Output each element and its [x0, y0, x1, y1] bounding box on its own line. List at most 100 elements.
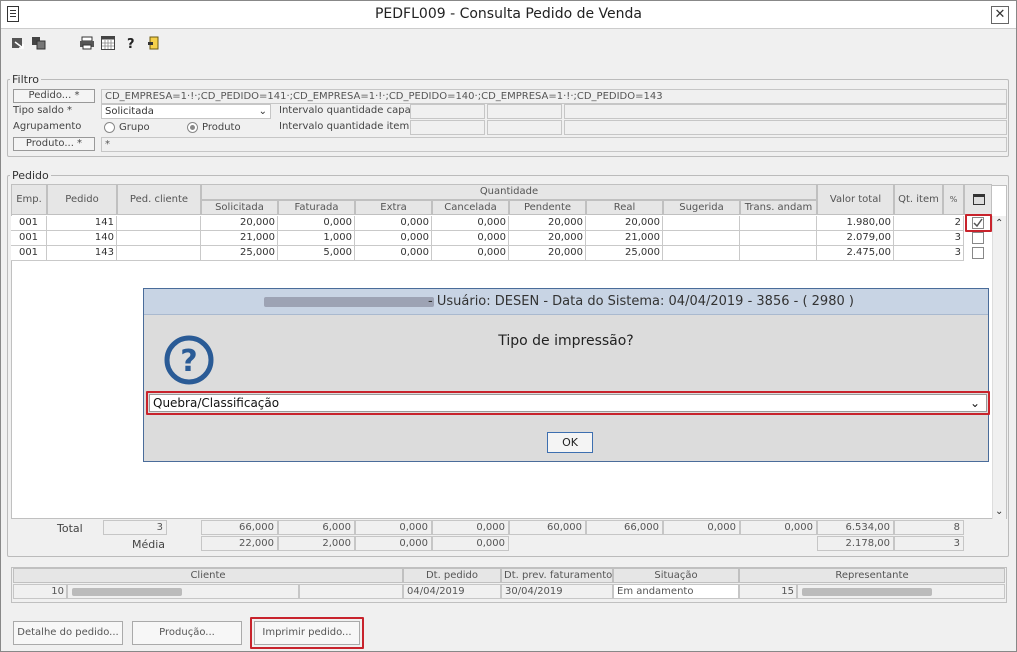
intervalo-capa-label: Intervalo quantidade capa [279, 105, 411, 116]
row-select-checkbox[interactable] [972, 232, 984, 244]
dt-prev-value: 30/04/2019 [501, 584, 613, 599]
total-extra: 0,000 [355, 520, 432, 535]
total-trans: 0,000 [740, 520, 817, 535]
col-cancelada-header[interactable]: Cancelada [432, 200, 509, 215]
intervalo-capa-min[interactable] [410, 104, 485, 119]
intervalo-item-extra [564, 120, 1007, 135]
cell-real: 21,000 [586, 231, 663, 246]
col-pedido-header[interactable]: Pedido [47, 184, 117, 215]
media-cancelada: 0,000 [432, 536, 509, 551]
cell-cancelada: 0,000 [432, 216, 509, 231]
representante-code: 15 [739, 584, 797, 599]
filtro-legend: Filtro [12, 73, 39, 86]
scroll-up-icon[interactable]: ⌃ [995, 218, 1003, 229]
print-icon[interactable] [79, 36, 95, 50]
export-icon[interactable] [11, 36, 25, 50]
producao-button[interactable]: Produção... [132, 621, 242, 645]
col-trans-header[interactable]: Trans. andam [740, 200, 817, 215]
produto-filter-field[interactable]: * [101, 137, 1007, 152]
total-valor-total: 6.534,00 [817, 520, 894, 535]
media-extra: 0,000 [355, 536, 432, 551]
cell-real: 25,000 [586, 246, 663, 261]
copy-icon[interactable] [31, 36, 46, 50]
pedido-filter-button[interactable]: Pedido... * [13, 89, 95, 103]
cell-sugerida [663, 246, 740, 261]
cell-valor-total: 2.475,00 [817, 246, 894, 261]
cliente-code: 10 [13, 584, 67, 599]
window-title: PEDFL009 - Consulta Pedido de Venda [374, 6, 642, 22]
cell-qt-item: 2 [894, 216, 964, 231]
pedido-filter-field[interactable]: CD_EMPRESA=1·!·;CD_PEDIDO=141·;CD_EMPRES… [101, 89, 1007, 104]
col-pendente-header[interactable]: Pendente [509, 200, 586, 215]
total-cancelada: 0,000 [432, 520, 509, 535]
cliente-header: Cliente [13, 568, 403, 583]
tipo-saldo-label: Tipo saldo * [13, 105, 72, 116]
cell-pedido: 141 [47, 216, 117, 231]
cell-pendente: 20,000 [509, 246, 586, 261]
dialog-title: - Usuário: DESEN - Data do Sistema: 04/0… [428, 294, 854, 309]
produto-filter-button[interactable]: Produto... * [13, 137, 95, 151]
row-checkbox-highlight [965, 214, 992, 232]
cell-emp: 001 [11, 246, 47, 261]
col-real-header[interactable]: Real [586, 200, 663, 215]
scroll-down-icon[interactable]: ⌄ [995, 506, 1003, 517]
grid-scrollbar[interactable]: ⌃ ⌄ [992, 216, 1006, 519]
cell-solicitada: 20,000 [201, 216, 278, 231]
col-quantidade-header: Quantidade [201, 184, 817, 200]
intervalo-item-min[interactable] [410, 120, 485, 135]
cell-extra: 0,000 [355, 231, 432, 246]
chevron-down-icon: ⌄ [258, 106, 267, 117]
tipo-saldo-select[interactable]: Solicitada ⌄ [101, 104, 271, 119]
col-valor-total-header[interactable]: Valor total [817, 184, 894, 215]
title-bar: PEDFL009 - Consulta Pedido de Venda ✕ [1, 1, 1016, 29]
col-select-header[interactable] [964, 184, 992, 215]
cell-emp: 001 [11, 231, 47, 246]
pedido-legend: Pedido [12, 169, 49, 182]
cell-extra: 0,000 [355, 216, 432, 231]
calendar-icon[interactable] [101, 36, 115, 50]
row-select-checkbox[interactable] [972, 247, 984, 259]
ok-button[interactable]: OK [547, 432, 593, 453]
intervalo-item-max[interactable] [487, 120, 562, 135]
media-solicitada: 22,000 [201, 536, 278, 551]
cell-emp: 001 [11, 216, 47, 231]
col-sugerida-header[interactable]: Sugerida [663, 200, 740, 215]
col-qt-item-header[interactable]: Qt. item [894, 184, 943, 215]
exit-icon[interactable] [147, 36, 161, 50]
cell-trans [740, 231, 817, 246]
radio-produto[interactable] [187, 122, 198, 133]
intervalo-capa-max[interactable] [487, 104, 562, 119]
col-solicitada-header[interactable]: Solicitada [201, 200, 278, 215]
detalhe-pedido-button[interactable]: Detalhe do pedido... [13, 621, 123, 645]
col-extra-header[interactable]: Extra [355, 200, 432, 215]
cliente-extra [299, 584, 403, 599]
cell-pendente: 20,000 [509, 216, 586, 231]
col-ped-cliente-header[interactable]: Ped. cliente [117, 184, 201, 215]
cell-valor-total: 2.079,00 [817, 231, 894, 246]
media-valor-total: 2.178,00 [817, 536, 894, 551]
total-solicitada: 66,000 [201, 520, 278, 535]
cell-faturada: 5,000 [278, 246, 355, 261]
cell-valor-total: 1.980,00 [817, 216, 894, 231]
cell-solicitada: 21,000 [201, 231, 278, 246]
total-faturada: 6,000 [278, 520, 355, 535]
cell-faturada: 1,000 [278, 231, 355, 246]
cell-trans [740, 246, 817, 261]
cell-cancelada: 0,000 [432, 246, 509, 261]
cell-qt-item: 3 [894, 231, 964, 246]
media-faturada: 2,000 [278, 536, 355, 551]
col-pct-header[interactable]: % [943, 184, 964, 215]
col-faturada-header[interactable]: Faturada [278, 200, 355, 215]
dt-pedido-header: Dt. pedido [403, 568, 501, 583]
radio-grupo[interactable] [104, 122, 115, 133]
dt-prev-header: Dt. prev. faturamento [501, 568, 613, 583]
close-button[interactable]: ✕ [991, 6, 1009, 24]
total-real: 66,000 [586, 520, 663, 535]
dt-pedido-value: 04/04/2019 [403, 584, 501, 599]
total-pendente: 60,000 [509, 520, 586, 535]
situacao-value: Em andamento [613, 584, 739, 599]
help-icon[interactable]: ? [125, 36, 139, 52]
svg-text:?: ? [127, 37, 135, 50]
col-emp-header[interactable]: Emp. [11, 184, 47, 215]
total-qt-item: 8 [894, 520, 964, 535]
